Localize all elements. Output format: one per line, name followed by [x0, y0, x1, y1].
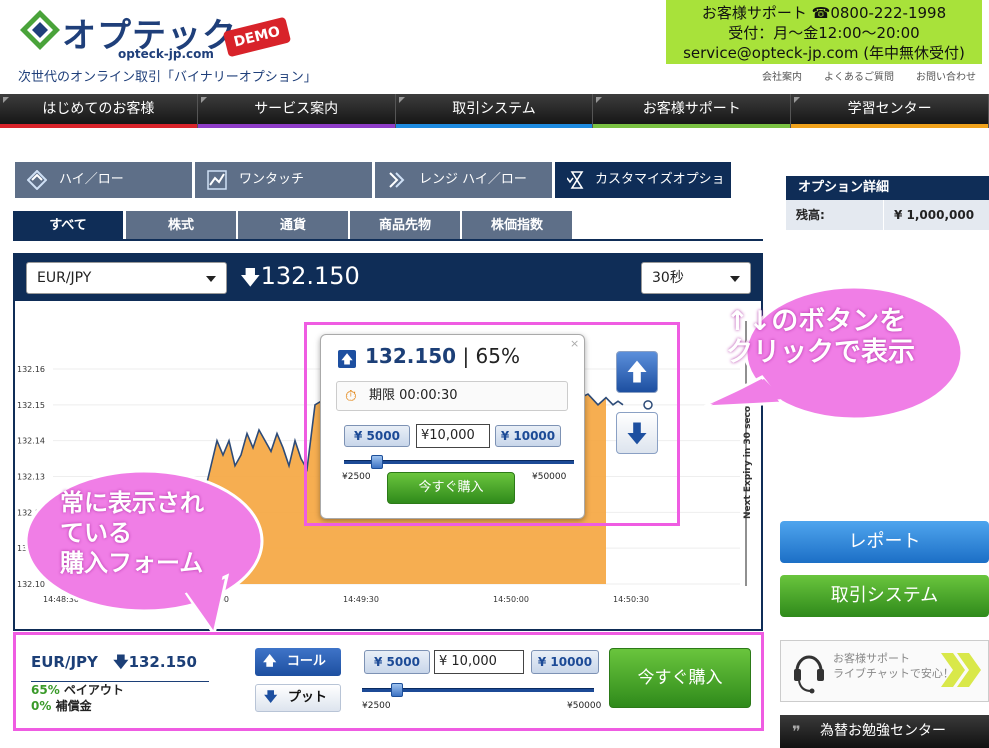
nav-item-services[interactable]: サービス案内	[197, 94, 396, 128]
double-chevron-icon	[941, 653, 981, 687]
tab-customize-option[interactable]: カスタマイズオプション	[555, 162, 731, 223]
x-tick-label: 14:50:30	[613, 595, 649, 604]
nav-item-trading[interactable]: 取引システム	[395, 94, 594, 128]
fx-study-center-link[interactable]: ❞ 為替お勉強センター	[780, 715, 989, 748]
chevron-down-icon	[206, 276, 216, 282]
y-tick-label: 132.15	[17, 401, 45, 410]
nav-color-bar	[0, 124, 197, 128]
study-label: 為替お勉強センター	[820, 723, 946, 739]
category-tab-indices[interactable]: 株価指数	[462, 211, 572, 240]
nav-item-learning[interactable]: 学習センター	[791, 94, 989, 128]
trading-system-button[interactable]: 取引システム	[780, 575, 989, 617]
chevron-down-icon	[730, 276, 740, 282]
current-price: 🡇132.150	[240, 262, 360, 297]
y-tick-label: 132.16	[17, 365, 45, 374]
x-tick-label: 14:50:00	[493, 595, 529, 604]
callout-left-text: 常に表示され ている 購入フォーム	[60, 488, 204, 578]
chat-line2: ライブチャットで安心！	[833, 667, 954, 680]
option-details-title: オプション詳細	[786, 176, 989, 200]
nav-label: 学習センター	[847, 101, 932, 117]
asset-select[interactable]: EUR/JPY	[26, 262, 227, 294]
callout-left-line1: 常に表示され	[60, 489, 204, 517]
hourglass-icon	[567, 171, 584, 189]
support-phone: 0800-222-1998	[830, 4, 947, 22]
chart-touch-icon	[207, 170, 227, 190]
category-tab-stocks[interactable]: 株式	[126, 211, 236, 240]
category-tab-currency[interactable]: 通貨	[238, 211, 348, 240]
nav-item-support[interactable]: お客様サポート	[593, 94, 792, 128]
tab-label: ワンタッチ	[239, 172, 305, 187]
balance-label: 残高:	[786, 200, 884, 230]
balance-value: ¥ 1,000,000	[894, 208, 975, 222]
live-chat-banner[interactable]: お客様サポートライブチャットで安心！	[780, 640, 989, 702]
category-underline	[13, 239, 763, 241]
top-links: 会社案内 よくあるご質問 お問い合わせ	[762, 68, 976, 83]
tab-range-high-low[interactable]: レンジ ハイ／ロー	[375, 162, 552, 198]
nav-label: お客様サポート	[642, 101, 741, 117]
category-tab-commodities[interactable]: 商品先物	[350, 211, 460, 240]
tab-label: レンジ ハイ／ロー	[419, 172, 527, 187]
nav-color-bar	[395, 124, 593, 128]
high-low-icon	[27, 170, 47, 190]
link-contact[interactable]: お問い合わせ	[916, 68, 976, 83]
period-select-value: 30秒	[652, 270, 684, 286]
range-icon	[389, 172, 405, 188]
support-label: お客様サポート	[701, 4, 807, 22]
main-nav: はじめてのお客様 サービス案内 取引システム お客様サポート 学習センター	[0, 94, 989, 128]
nav-color-bar	[791, 124, 988, 128]
arrow-down-icon: 🡇	[240, 265, 261, 289]
headset-icon	[794, 655, 824, 694]
report-button[interactable]: レポート	[780, 521, 989, 563]
nav-label: はじめてのお客様	[42, 101, 155, 117]
y-tick-label: 132.14	[17, 437, 45, 446]
tab-one-touch[interactable]: ワンタッチ	[195, 162, 372, 198]
balance-row: 残高: ¥ 1,000,000	[786, 200, 989, 230]
chat-text: お客様サポートライブチャットで安心！	[833, 651, 954, 681]
nav-label: 取引システム	[452, 101, 536, 117]
nav-color-bar	[197, 124, 395, 128]
callout-right-text: ↑↓のボタンを クリックで表示	[726, 306, 915, 368]
tab-label: カスタマイズオプション	[595, 172, 725, 223]
category-tab-all[interactable]: すべて	[13, 211, 123, 240]
phone-icon: ☎	[811, 4, 831, 22]
x-tick-label: 14:49:30	[343, 595, 379, 604]
tab-high-low[interactable]: ハイ／ロー	[15, 162, 192, 198]
current-price-value: 132.150	[260, 262, 360, 290]
link-faq[interactable]: よくあるご質問	[824, 68, 894, 83]
brand-domain: opteck-jp.com	[118, 47, 214, 61]
callout-right-line1: ↑↓のボタンを	[726, 306, 907, 337]
support-hours: 受付：月〜金12:00〜20:00	[728, 24, 920, 42]
logo-diamond-icon	[20, 10, 60, 50]
nav-label: サービス案内	[254, 101, 339, 117]
tagline: 次世代のオンライン取引「バイナリーオプション」	[18, 70, 317, 85]
form-highlight-frame	[13, 632, 764, 731]
support-email[interactable]: service@opteck-jp.com (年中無休受付)	[666, 43, 982, 63]
support-info-box: お客様サポート ☎0800-222-1998 受付：月〜金12:00〜20:00…	[666, 0, 982, 64]
nav-item-beginners[interactable]: はじめてのお客様	[0, 94, 198, 128]
link-company[interactable]: 会社案内	[762, 68, 802, 83]
quote-icon: ❞	[792, 722, 801, 741]
popup-highlight-frame	[304, 322, 680, 526]
chat-line1: お客様サポート	[833, 652, 910, 665]
callout-left-line2: ている	[60, 519, 132, 547]
callout-left-line3: 購入フォーム	[60, 549, 204, 577]
tab-label: ハイ／ロー	[59, 172, 124, 187]
callout-right-line2: クリックで表示	[726, 337, 915, 368]
nav-color-bar	[593, 124, 791, 128]
asset-select-value: EUR/JPY	[37, 270, 92, 286]
